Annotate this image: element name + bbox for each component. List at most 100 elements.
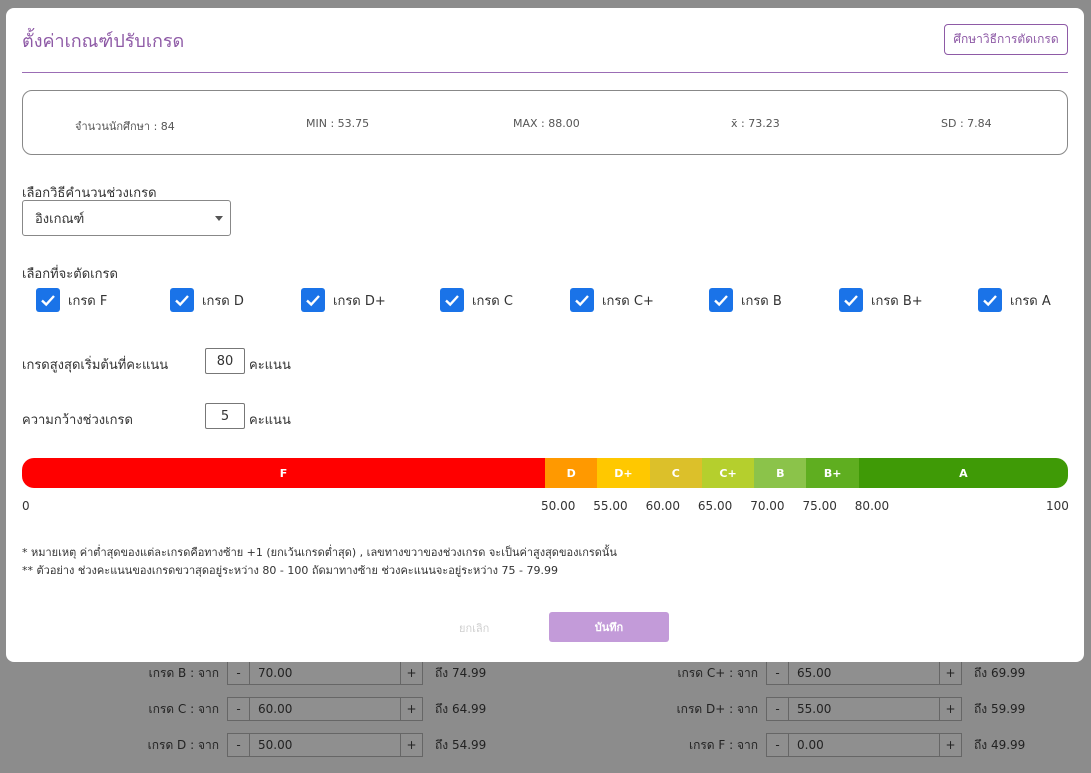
title-divider	[22, 72, 1068, 73]
checkbox-checked-icon[interactable]	[839, 288, 863, 312]
grade-tick-label: 75.00	[802, 499, 837, 513]
grade-criteria-modal: ตั้งค่าเกณฑ์ปรับเกรด ศึกษาวิธีการตัดเกรด…	[6, 8, 1084, 662]
grading-guide-button[interactable]: ศึกษาวิธีการตัดเกรด	[944, 24, 1068, 55]
grade-segment: A	[858, 458, 1068, 488]
range-width-input[interactable]: 5	[205, 403, 245, 429]
max-grade-unit: คะแนน	[249, 358, 291, 373]
checkbox-checked-icon[interactable]	[440, 288, 464, 312]
checkbox-grade-d[interactable]: เกรด D	[170, 288, 244, 312]
checkbox-grade-b[interactable]: เกรด B	[709, 288, 782, 312]
bg-stepper: - 60.00 +	[227, 697, 423, 721]
range-width-unit: คะแนน	[249, 413, 291, 428]
checkbox-checked-icon[interactable]	[709, 288, 733, 312]
grade-segment: D+	[597, 458, 650, 488]
checkbox-checked-icon[interactable]	[170, 288, 194, 312]
note-1: * หมายเหตุ ค่าต่ำสุดของแต่ละเกรดคือทางซ้…	[22, 546, 617, 559]
bg-row-label: เกรด D+ : จาก	[676, 701, 758, 716]
bg-stepper: - 55.00 +	[766, 697, 962, 721]
grade-tick-label: 70.00	[750, 499, 785, 513]
checkbox-label: เกรด D	[202, 293, 244, 309]
bg-grade-row: เกรด F : จาก - 0.00 + ถึง 49.99	[666, 733, 1025, 757]
grade-segment: C+	[701, 458, 755, 488]
checkbox-label: เกรด B	[741, 293, 782, 309]
bg-row-to: ถึง 59.99	[974, 701, 1026, 716]
bg-row-to: ถึง 69.99	[974, 665, 1026, 680]
minus-button: -	[228, 662, 250, 684]
grade-select-label: เลือกที่จะตัดเกรด	[22, 267, 118, 282]
checkbox-grade-c-plus[interactable]: เกรด C+	[570, 288, 654, 312]
minus-button: -	[767, 698, 789, 720]
bg-value: 50.00	[258, 738, 293, 752]
bg-stepper: - 65.00 +	[766, 661, 962, 685]
checkbox-label: เกรด A	[1010, 293, 1051, 309]
bg-stepper: - 0.00 +	[766, 733, 962, 757]
plus-button: +	[939, 698, 961, 720]
bg-grade-row: เกรด C : จาก - 60.00 + ถึง 64.99	[127, 697, 486, 721]
bg-grade-row: เกรด D+ : จาก - 55.00 + ถึง 59.99	[666, 697, 1025, 721]
bg-row-to: ถึง 54.99	[435, 737, 487, 752]
bg-row-label: เกรด C+ : จาก	[677, 665, 758, 680]
checkbox-label: เกรด B+	[871, 293, 923, 309]
bg-grade-row: เกรด C+ : จาก - 65.00 + ถึง 69.99	[666, 661, 1025, 685]
bg-value: 70.00	[258, 666, 293, 680]
checkbox-checked-icon[interactable]	[36, 288, 60, 312]
plus-button: +	[400, 662, 422, 684]
minus-button: -	[767, 662, 789, 684]
plus-button: +	[939, 734, 961, 756]
grade-tick-label: 80.00	[854, 499, 890, 513]
student-count: จำนวนนักศึกษา : 84	[75, 120, 175, 133]
checkbox-grade-b-plus[interactable]: เกรด B+	[839, 288, 923, 312]
checkbox-grade-d-plus[interactable]: เกรด D+	[301, 288, 386, 312]
grade-segment: D	[545, 458, 598, 488]
bg-value: 0.00	[797, 738, 824, 752]
bg-grade-row: เกรด B : จาก - 70.00 + ถึง 74.99	[127, 661, 486, 685]
checkbox-label: เกรด C+	[602, 293, 654, 309]
checkbox-checked-icon[interactable]	[301, 288, 325, 312]
chevron-down-icon	[215, 216, 223, 221]
bg-row-to: ถึง 74.99	[435, 665, 487, 680]
bg-row-label: เกรด C : จาก	[148, 701, 219, 716]
grade-tick-label: 65.00	[697, 499, 733, 513]
bg-value: 65.00	[797, 666, 832, 680]
checkbox-grade-a[interactable]: เกรด A	[978, 288, 1051, 312]
plus-button: +	[939, 662, 961, 684]
grade-tick-label: 50.00	[541, 499, 576, 513]
checkbox-checked-icon[interactable]	[978, 288, 1002, 312]
minus-button: -	[228, 698, 250, 720]
note-2: ** ตัวอย่าง ช่วงคะแนนของเกรดขวาสุดอยู่ระ…	[22, 564, 558, 577]
method-select[interactable]: อิงเกณฑ์	[22, 200, 231, 236]
grade-segment: F	[22, 458, 545, 488]
checkbox-grade-f[interactable]: เกรด F	[36, 288, 107, 312]
bg-row-label: เกรด F : จาก	[688, 737, 758, 752]
save-button[interactable]: บันทึก	[549, 612, 669, 642]
checkbox-label: เกรด C	[472, 293, 513, 309]
checkbox-label: เกรด F	[68, 293, 108, 309]
checkbox-checked-icon[interactable]	[570, 288, 594, 312]
method-selected-value: อิงเกณฑ์	[35, 211, 85, 227]
grade-tick-label: 60.00	[645, 499, 680, 513]
bg-row-label: เกรด D : จาก	[147, 737, 219, 752]
stats-panel: จำนวนนักศึกษา : 84 MIN : 53.75 MAX : 88.…	[22, 90, 1068, 155]
grade-segment: B	[754, 458, 807, 488]
bg-stepper: - 50.00 +	[227, 733, 423, 757]
checkbox-grade-c[interactable]: เกรด C	[440, 288, 513, 312]
bg-value: 55.00	[797, 702, 832, 716]
stat-mean: x̄ : 73.23	[731, 117, 780, 130]
cancel-button[interactable]: ยกเลิก	[459, 619, 489, 637]
stat-min: MIN : 53.75	[306, 117, 370, 130]
modal-title: ตั้งค่าเกณฑ์ปรับเกรด	[22, 31, 185, 52]
bg-row-to: ถึง 64.99	[435, 701, 487, 716]
stat-sd: SD : 7.84	[941, 117, 992, 130]
plus-button: +	[400, 734, 422, 756]
grade-tick-label: 0	[22, 499, 30, 513]
max-grade-label: เกรดสูงสุดเริ่มต้นที่คะแนน	[22, 358, 169, 373]
bg-row-to: ถึง 49.99	[974, 737, 1026, 752]
grade-tick-label: 55.00	[593, 499, 628, 513]
minus-button: -	[228, 734, 250, 756]
max-grade-input[interactable]: 80	[205, 348, 245, 374]
bg-value: 60.00	[258, 702, 293, 716]
stat-max: MAX : 88.00	[513, 117, 580, 130]
minus-button: -	[767, 734, 789, 756]
grade-tick-label: 100	[1046, 499, 1069, 513]
plus-button: +	[400, 698, 422, 720]
